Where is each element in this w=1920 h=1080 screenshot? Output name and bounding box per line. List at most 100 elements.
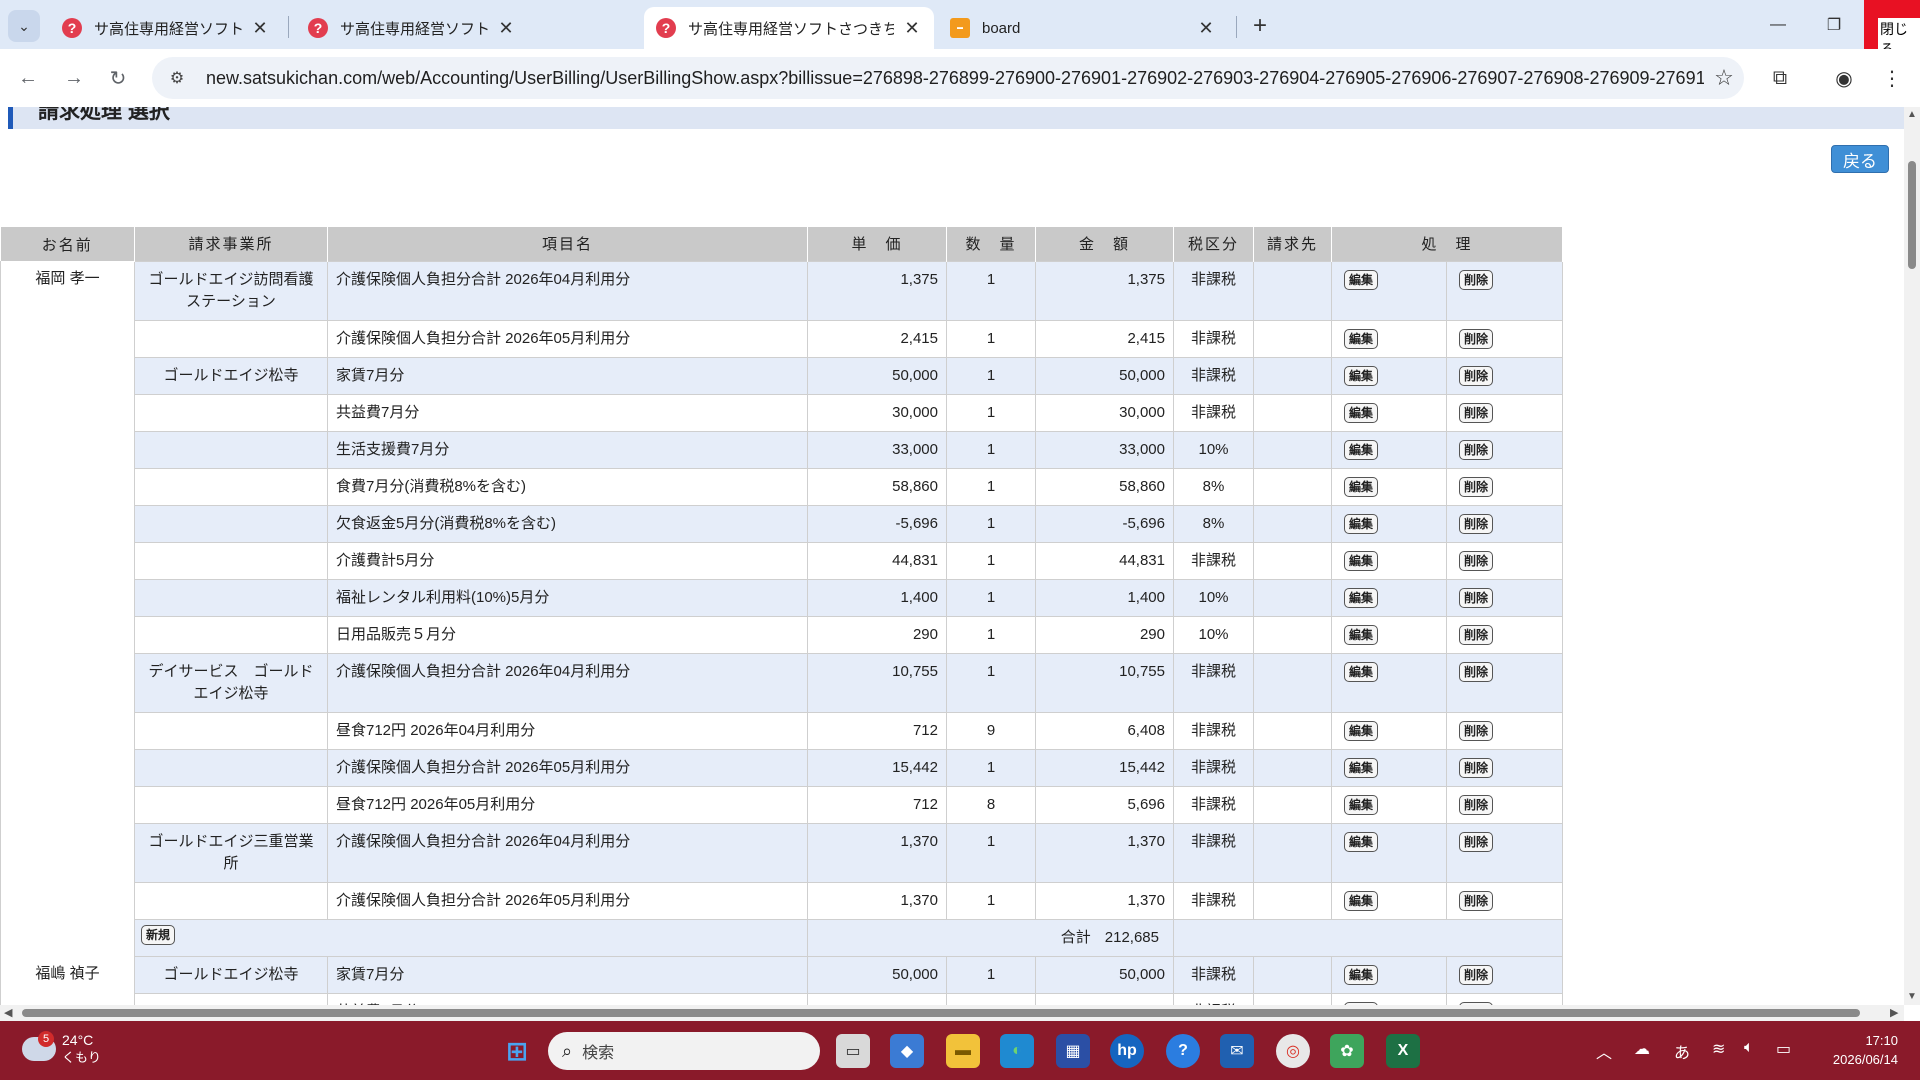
edit-button[interactable]: 編集 xyxy=(1344,794,1379,815)
delete-button[interactable]: 削除 xyxy=(1459,550,1494,571)
back-button[interactable]: 戻る xyxy=(1831,145,1889,173)
tab-close-icon[interactable]: ✕ xyxy=(902,18,922,39)
delete-button[interactable]: 削除 xyxy=(1459,794,1494,815)
tab-3-active[interactable]: ? サ高住専用経営ソフトさつきちゃん ✕ xyxy=(644,7,934,49)
profile-icon[interactable]: ◉ xyxy=(1828,62,1860,94)
table-header-row: お名前 請求事業所 項目名 単 価 数 量 金 額 税区分 請求先 処 理 xyxy=(0,227,1564,261)
taskbar-clock[interactable]: 17:10 2026/06/14 xyxy=(1818,1031,1898,1069)
tab-4[interactable]: ▬ board ✕ xyxy=(938,7,1228,49)
vertical-scrollbar[interactable]: ▲ ▼ xyxy=(1904,107,1920,1005)
edit-button[interactable]: 編集 xyxy=(1344,661,1379,682)
restore-icon[interactable]: ❐ xyxy=(1806,0,1862,49)
new-tab-plus-icon[interactable]: + xyxy=(1244,10,1276,42)
edit-button[interactable]: 編集 xyxy=(1344,964,1379,985)
volume-icon[interactable]: 🔈︎ xyxy=(1744,1039,1754,1057)
edit-button[interactable]: 編集 xyxy=(1344,328,1379,349)
excel-icon[interactable]: X xyxy=(1386,1034,1420,1068)
delete-button[interactable]: 削除 xyxy=(1459,365,1494,386)
reload-icon[interactable]: ↻ xyxy=(102,62,134,94)
store-icon[interactable]: ▦ xyxy=(1056,1034,1090,1068)
header-actions: 処 理 xyxy=(1331,227,1564,261)
vertical-scroll-thumb[interactable] xyxy=(1908,161,1916,269)
edge-browser-icon[interactable]: ◐ xyxy=(1000,1034,1034,1068)
tab-close-icon[interactable]: ✕ xyxy=(250,18,270,39)
scroll-left-icon[interactable]: ◀ xyxy=(4,1006,12,1019)
task-view-icon[interactable]: ▭ xyxy=(836,1034,870,1068)
tax-category: 非課税 xyxy=(1173,260,1254,321)
edit-button[interactable]: 編集 xyxy=(1344,831,1379,852)
edit-button[interactable]: 編集 xyxy=(1344,513,1379,534)
edit-button[interactable]: 編集 xyxy=(1344,890,1379,911)
m365-app-icon[interactable]: ◆ xyxy=(890,1034,924,1068)
edit-button[interactable]: 編集 xyxy=(1344,269,1379,290)
tax-category: 非課税 xyxy=(1173,541,1254,580)
delete-button[interactable]: 削除 xyxy=(1459,757,1494,778)
delete-button[interactable]: 削除 xyxy=(1459,587,1494,608)
new-button[interactable]: 新規 xyxy=(141,924,176,945)
scroll-down-icon[interactable]: ▼ xyxy=(1907,991,1917,1002)
tab-2[interactable]: ? サ高住専用経営ソフトさつきちゃん ✕ xyxy=(296,7,528,49)
delete-button[interactable]: 削除 xyxy=(1459,402,1494,423)
edit-button[interactable]: 編集 xyxy=(1344,476,1379,497)
edit-button[interactable]: 編集 xyxy=(1344,757,1379,778)
weather-badge: 5 xyxy=(38,1031,54,1047)
address-bar[interactable]: ⚙ new.satsukichan.com/web/Accounting/Use… xyxy=(152,57,1744,99)
bookmark-star-icon[interactable]: ☆ xyxy=(1704,65,1744,91)
ime-indicator[interactable]: あ xyxy=(1674,1039,1690,1063)
url-text[interactable]: new.satsukichan.com/web/Accounting/UserB… xyxy=(206,68,1704,89)
delete-button[interactable]: 削除 xyxy=(1459,831,1494,852)
onedrive-icon[interactable]: ☁ xyxy=(1634,1039,1650,1059)
file-explorer-icon[interactable]: ▬ xyxy=(946,1034,980,1068)
edit-button[interactable]: 編集 xyxy=(1344,402,1379,423)
outlook-icon[interactable]: ✉ xyxy=(1220,1034,1254,1068)
tax-category: 10% xyxy=(1173,430,1254,469)
delete-button[interactable]: 削除 xyxy=(1459,476,1494,497)
windows-start-icon[interactable]: ⊞ xyxy=(500,1034,534,1068)
delete-button[interactable]: 削除 xyxy=(1459,661,1494,682)
scroll-up-icon[interactable]: ▲ xyxy=(1907,109,1917,120)
delete-button[interactable]: 削除 xyxy=(1459,439,1494,460)
horizontal-scrollbar[interactable]: ◀ ▶ xyxy=(0,1005,1904,1021)
delete-button[interactable]: 削除 xyxy=(1459,269,1494,290)
horizontal-scroll-thumb[interactable] xyxy=(22,1009,1860,1017)
edit-button[interactable]: 編集 xyxy=(1344,624,1379,645)
unit-price: 1,370 xyxy=(807,881,947,920)
billing-office xyxy=(134,319,328,358)
taskbar-search[interactable]: ⌕ 検索 xyxy=(548,1032,820,1070)
hp-icon[interactable]: hp xyxy=(1110,1034,1144,1068)
back-arrow-icon[interactable]: ← xyxy=(12,62,44,94)
forward-arrow-icon[interactable]: → xyxy=(58,62,90,94)
tab-search-chevron-icon[interactable]: ⌄ xyxy=(8,10,40,42)
item-name: 生活支援費7月分 xyxy=(327,430,808,469)
window-close-button[interactable]: 閉じる xyxy=(1864,0,1920,60)
extensions-puzzle-icon[interactable]: ⧉ xyxy=(1764,62,1796,94)
battery-icon[interactable]: ▭ xyxy=(1776,1039,1791,1059)
help-app-icon[interactable]: ? xyxy=(1166,1034,1200,1068)
item-name: 福祉レンタル利用料(10%)5月分 xyxy=(327,578,808,617)
delete-button[interactable]: 削除 xyxy=(1459,513,1494,534)
menu-kebab-icon[interactable]: ⋮ xyxy=(1876,62,1908,94)
chrome-icon[interactable]: ◎ xyxy=(1276,1034,1310,1068)
edit-button[interactable]: 編集 xyxy=(1344,439,1379,460)
site-info-icon[interactable]: ⚙ xyxy=(162,68,192,88)
line-app-icon[interactable]: ✿ xyxy=(1330,1034,1364,1068)
edit-button[interactable]: 編集 xyxy=(1344,720,1379,741)
edit-button[interactable]: 編集 xyxy=(1344,550,1379,571)
weather-widget[interactable]: 5 24°C くもり xyxy=(22,1031,101,1067)
wifi-icon[interactable]: ≋ xyxy=(1712,1039,1725,1059)
scroll-right-icon[interactable]: ▶ xyxy=(1890,1006,1898,1019)
delete-button[interactable]: 削除 xyxy=(1459,328,1494,349)
edit-button[interactable]: 編集 xyxy=(1344,587,1379,608)
delete-button[interactable]: 削除 xyxy=(1459,720,1494,741)
delete-cell: 削除 xyxy=(1445,748,1564,787)
tray-chevron-up-icon[interactable]: ︿ xyxy=(1596,1039,1612,1063)
tab-close-icon[interactable]: ✕ xyxy=(1196,18,1216,39)
header-qty: 数 量 xyxy=(946,227,1036,261)
delete-button[interactable]: 削除 xyxy=(1459,964,1494,985)
delete-button[interactable]: 削除 xyxy=(1459,624,1494,645)
minimize-icon[interactable]: — xyxy=(1750,0,1806,49)
edit-button[interactable]: 編集 xyxy=(1344,365,1379,386)
tab-1[interactable]: ? サ高住専用経営ソフトさつきちゃん ✕ xyxy=(50,7,282,49)
tab-close-icon[interactable]: ✕ xyxy=(496,18,516,39)
delete-button[interactable]: 削除 xyxy=(1459,890,1494,911)
